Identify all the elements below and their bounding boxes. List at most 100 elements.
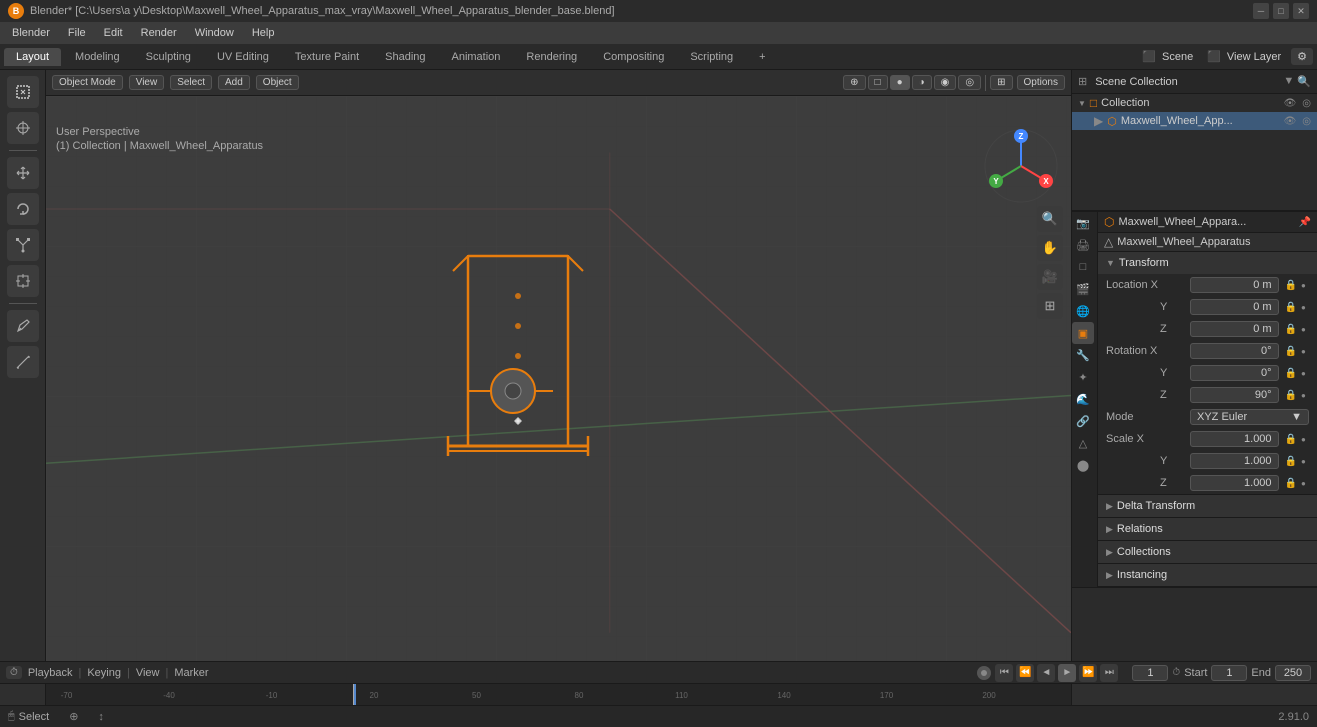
- timeline-icon[interactable]: ⏱: [6, 666, 22, 679]
- tab-uv-editing[interactable]: UV Editing: [205, 48, 281, 66]
- options-button[interactable]: Options: [1017, 75, 1065, 90]
- object-mode-dropdown[interactable]: Object Mode: [52, 75, 123, 90]
- scale-tool[interactable]: [7, 229, 39, 261]
- camera-view-button[interactable]: 🎥: [1037, 264, 1063, 290]
- record-button[interactable]: [977, 666, 991, 680]
- collection-visibility-toggle[interactable]: 👁: [1284, 98, 1297, 109]
- menu-edit[interactable]: Edit: [96, 25, 131, 41]
- collection-render-toggle[interactable]: ◎: [1302, 98, 1311, 109]
- gizmo-button[interactable]: ⊞: [990, 75, 1012, 90]
- select-menu[interactable]: Select: [170, 75, 212, 90]
- tab-scripting[interactable]: Scripting: [678, 48, 745, 66]
- rotation-z-value[interactable]: 90°: [1190, 387, 1279, 403]
- rot-lock-y-icon[interactable]: 🔒: [1285, 368, 1297, 379]
- scale-keyframe-y-dot[interactable]: ●: [1301, 457, 1309, 466]
- pin-icon[interactable]: 📌: [1299, 217, 1311, 228]
- lock-x-icon[interactable]: 🔒: [1285, 280, 1297, 291]
- eevee-shading[interactable]: ◎: [958, 75, 981, 90]
- step-forward-button[interactable]: ⏩: [1079, 664, 1097, 682]
- jump-end-button[interactable]: ⏭: [1100, 664, 1118, 682]
- timeline-track[interactable]: -70 -40 -10 20 50 80 110 140 170 200: [0, 683, 1317, 705]
- select-box-tool[interactable]: [7, 76, 39, 108]
- rot-keyframe-x-dot[interactable]: ●: [1301, 347, 1309, 356]
- maxwell-visibility-toggle[interactable]: 👁: [1284, 116, 1297, 127]
- add-menu[interactable]: Add: [218, 75, 250, 90]
- keyframe-y-dot[interactable]: ●: [1301, 303, 1309, 312]
- location-x-value[interactable]: 0 m: [1190, 277, 1279, 293]
- keyframe-z-dot[interactable]: ●: [1301, 325, 1309, 334]
- scene-name[interactable]: Scene: [1162, 51, 1193, 63]
- step-back-button[interactable]: ⏪: [1016, 664, 1034, 682]
- output-props-icon[interactable]: 🖨: [1072, 234, 1094, 256]
- minimize-button[interactable]: ─: [1253, 3, 1269, 19]
- scale-y-value[interactable]: 1.000: [1190, 453, 1279, 469]
- location-z-value[interactable]: 0 m: [1190, 321, 1279, 337]
- menu-help[interactable]: Help: [244, 25, 283, 41]
- playhead[interactable]: [354, 684, 356, 705]
- lock-y-icon[interactable]: 🔒: [1285, 302, 1297, 313]
- collections-header[interactable]: ▶ Collections: [1098, 541, 1317, 563]
- scale-keyframe-x-dot[interactable]: ●: [1301, 435, 1309, 444]
- maxwell-render-toggle[interactable]: ◎: [1302, 116, 1311, 127]
- tab-sculpting[interactable]: Sculpting: [134, 48, 203, 66]
- delta-transform-header[interactable]: ▶ Delta Transform: [1098, 495, 1317, 517]
- move-tool[interactable]: [7, 157, 39, 189]
- keying-menu[interactable]: Keying: [87, 667, 121, 679]
- material-props-icon[interactable]: ⬤: [1072, 454, 1094, 476]
- play-button[interactable]: ►: [1058, 664, 1076, 682]
- scale-lock-x-icon[interactable]: 🔒: [1285, 434, 1297, 445]
- add-workspace-button[interactable]: +: [747, 48, 777, 66]
- transform-tool[interactable]: [7, 265, 39, 297]
- particle-props-icon[interactable]: ✦: [1072, 366, 1094, 388]
- cursor-tool[interactable]: [7, 112, 39, 144]
- viewport-3d[interactable]: Object Mode View Select Add Object ⊕ □ ●…: [46, 70, 1071, 661]
- relations-header[interactable]: ▶ Relations: [1098, 518, 1317, 540]
- rotation-mode-dropdown[interactable]: XYZ Euler ▼: [1190, 409, 1309, 425]
- rot-keyframe-z-dot[interactable]: ●: [1301, 391, 1309, 400]
- lock-z-icon[interactable]: 🔒: [1285, 324, 1297, 335]
- transform-section-header[interactable]: ▼ Transform: [1098, 252, 1317, 274]
- zoom-in-button[interactable]: 🔍: [1037, 206, 1063, 232]
- playback-menu[interactable]: Playback: [28, 667, 73, 679]
- material-shading[interactable]: ◑: [912, 75, 932, 90]
- world-props-icon[interactable]: 🌐: [1072, 300, 1094, 322]
- view-menu[interactable]: View: [129, 75, 165, 90]
- scale-keyframe-z-dot[interactable]: ●: [1301, 479, 1309, 488]
- rot-lock-z-icon[interactable]: 🔒: [1285, 390, 1297, 401]
- rotate-tool[interactable]: [7, 193, 39, 225]
- location-y-value[interactable]: 0 m: [1190, 299, 1279, 315]
- menu-blender[interactable]: Blender: [4, 25, 58, 41]
- data-props-icon[interactable]: △: [1072, 432, 1094, 454]
- orthographic-button[interactable]: ⊞: [1037, 293, 1063, 319]
- play-back-button[interactable]: ◄: [1037, 664, 1055, 682]
- modifier-props-icon[interactable]: 🔧: [1072, 344, 1094, 366]
- timeline-scrubber[interactable]: -70 -40 -10 20 50 80 110 140 170 200: [46, 684, 1071, 705]
- pan-button[interactable]: ✋: [1037, 235, 1063, 261]
- outliner-filter-button[interactable]: ▼: [1283, 75, 1294, 88]
- tab-modeling[interactable]: Modeling: [63, 48, 132, 66]
- rotation-y-value[interactable]: 0°: [1190, 365, 1279, 381]
- xray-toggle[interactable]: □: [868, 75, 888, 90]
- tab-layout[interactable]: Layout: [4, 48, 61, 66]
- render-props-icon[interactable]: 📷: [1072, 212, 1094, 234]
- view-menu-tl[interactable]: View: [136, 667, 160, 679]
- marker-menu[interactable]: Marker: [174, 667, 208, 679]
- viewport-canvas[interactable]: User Perspective (1) Collection | Maxwel…: [46, 96, 1071, 661]
- jump-start-button[interactable]: ⏮: [995, 664, 1013, 682]
- view-layer-name[interactable]: View Layer: [1227, 51, 1281, 63]
- viewport-overlay-button[interactable]: ⊕: [843, 75, 865, 90]
- object-menu[interactable]: Object: [256, 75, 299, 90]
- scale-z-value[interactable]: 1.000: [1190, 475, 1279, 491]
- object-props-icon[interactable]: ▣: [1072, 322, 1094, 344]
- menu-file[interactable]: File: [60, 25, 94, 41]
- render-settings-button[interactable]: ⚙: [1291, 48, 1313, 65]
- tab-texture-paint[interactable]: Texture Paint: [283, 48, 371, 66]
- tab-animation[interactable]: Animation: [440, 48, 513, 66]
- maximize-button[interactable]: □: [1273, 3, 1289, 19]
- start-frame-input[interactable]: [1211, 665, 1247, 681]
- scene-props-icon[interactable]: 🎬: [1072, 278, 1094, 300]
- solid-shading[interactable]: ●: [890, 75, 910, 90]
- rendered-shading[interactable]: ◉: [934, 75, 957, 90]
- view-layer-props-icon[interactable]: □: [1072, 256, 1094, 278]
- outliner-search-button[interactable]: 🔍: [1297, 75, 1311, 88]
